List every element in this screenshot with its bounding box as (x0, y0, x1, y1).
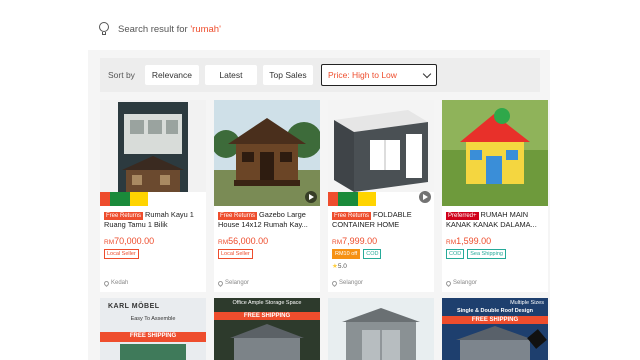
product-image (214, 100, 320, 206)
location-text: Selangor (339, 280, 364, 286)
product-card[interactable]: Free Returns FOLDABLE CONTAINER HOME RM7,… (328, 100, 434, 292)
brand-logo-text: KARL MÖBEL (108, 303, 160, 310)
product-card[interactable]: Multiple Sizes Single & Double Roof Desi… (442, 298, 548, 360)
play-icon[interactable] (305, 191, 317, 203)
product-title: Free Returns Rumah Kayu 1 Ruang Tamu 1 Bi… (100, 206, 206, 234)
search-result-text: Search result for 'rumah' (118, 24, 221, 35)
location-text: Selangor (453, 280, 478, 286)
price-sort-value: Price: High to Low (327, 70, 397, 80)
currency-label: RM (218, 239, 229, 246)
sort-latest-button[interactable]: Latest (204, 65, 257, 85)
product-rating: ★5.0 (328, 259, 434, 270)
free-returns-tag: Free Returns (332, 212, 372, 220)
product-location: Selangor (444, 279, 478, 287)
search-results-page: Search result for 'rumah' Sort by Releva… (88, 8, 550, 360)
product-price: RM1,599.00 (442, 234, 548, 246)
search-result-header: Search result for 'rumah' (88, 8, 550, 50)
sort-top-sales-button[interactable]: Top Sales (262, 65, 313, 85)
cod-badge: COD (363, 249, 382, 259)
product-card[interactable] (328, 298, 434, 360)
price-sort-select[interactable]: Price: High to Low (320, 64, 437, 86)
price-value: 56,000.00 (228, 236, 269, 246)
sea-shipping-badge: Sea Shipping (467, 249, 506, 259)
free-shipping-banner: FREE SHIPPING (129, 333, 177, 339)
product-title: Free Returns Gazebo Large House 14x12 Rum… (214, 206, 320, 234)
product-image (100, 100, 206, 206)
preferred-plus-tag: Preferred+ (446, 212, 479, 220)
product-price: RM70,000.00 (100, 234, 206, 246)
product-location: Kedah (102, 279, 129, 287)
promo-strip (328, 192, 434, 206)
free-returns-tag: Free Returns (104, 212, 144, 220)
product-card[interactable]: Free Returns Gazebo Large House 14x12 Rum… (214, 100, 320, 292)
location-text: Kedah (111, 280, 129, 286)
banner-title: Single & Double Roof Design (456, 308, 534, 314)
local-seller-badge: Local Seller (104, 249, 139, 259)
currency-label: RM (104, 239, 115, 246)
location-pin-icon (102, 279, 111, 287)
banner-subtext: Multiple Sizes (510, 300, 544, 306)
product-image: KARL MÖBEL Easy To Assemble FREE SHIPPIN… (100, 298, 206, 360)
free-shipping-banner: FREE SHIPPING (471, 317, 519, 323)
product-card[interactable]: KARL MÖBEL Easy To Assemble FREE SHIPPIN… (100, 298, 206, 360)
product-location: Selangor (216, 279, 250, 287)
banner-subtext: Easy To Assemble (130, 316, 176, 322)
promo-strip (100, 192, 206, 206)
banner-subtext: Office Ample Storage Space (232, 300, 302, 306)
product-image (442, 100, 548, 206)
location-pin-icon (330, 279, 339, 287)
product-image: Office Ample Storage Space FREE SHIPPING (214, 298, 320, 360)
product-card[interactable]: Preferred+ RUMAH MAIN KANAK KANAK DALAMA.… (442, 100, 548, 292)
product-location: Selangor (330, 279, 364, 287)
product-image: Multiple Sizes Single & Double Roof Desi… (442, 298, 548, 360)
cod-badge: COD (446, 249, 465, 259)
discount-badge: RM10 off (332, 249, 361, 259)
sort-label: Sort by (108, 70, 135, 80)
price-value: 70,000.00 (114, 236, 155, 246)
product-card[interactable]: Office Ample Storage Space FREE SHIPPING (214, 298, 320, 360)
location-text: Selangor (225, 280, 250, 286)
rating-value: 5.0 (337, 263, 347, 270)
location-pin-icon (444, 279, 453, 287)
free-shipping-banner: FREE SHIPPING (243, 313, 291, 319)
product-card[interactable]: Free Returns Rumah Kayu 1 Ruang Tamu 1 Bi… (100, 100, 206, 292)
product-price: RM7,999.00 (328, 234, 434, 246)
product-image (328, 298, 434, 360)
product-price: RM56,000.00 (214, 234, 320, 246)
location-pin-icon (216, 279, 225, 287)
play-icon[interactable] (419, 191, 431, 203)
search-result-prefix: Search result for (118, 23, 191, 35)
product-title: Free Returns FOLDABLE CONTAINER HOME (328, 206, 434, 234)
free-returns-tag: Free Returns (218, 212, 258, 220)
lightbulb-icon (98, 22, 110, 36)
price-value: 7,999.00 (342, 236, 378, 246)
sort-bar: Sort by Relevance Latest Top Sales Price… (100, 58, 540, 92)
chevron-down-icon (422, 69, 432, 78)
local-seller-badge: Local Seller (218, 249, 253, 259)
product-title: Preferred+ RUMAH MAIN KANAK KANAK DALAMA.… (442, 206, 548, 234)
price-value: 1,599.00 (456, 236, 492, 246)
product-image (328, 100, 434, 206)
currency-label: RM (332, 239, 343, 246)
sort-relevance-button[interactable]: Relevance (144, 65, 199, 85)
search-keyword: 'rumah' (190, 23, 221, 35)
currency-label: RM (446, 239, 457, 246)
